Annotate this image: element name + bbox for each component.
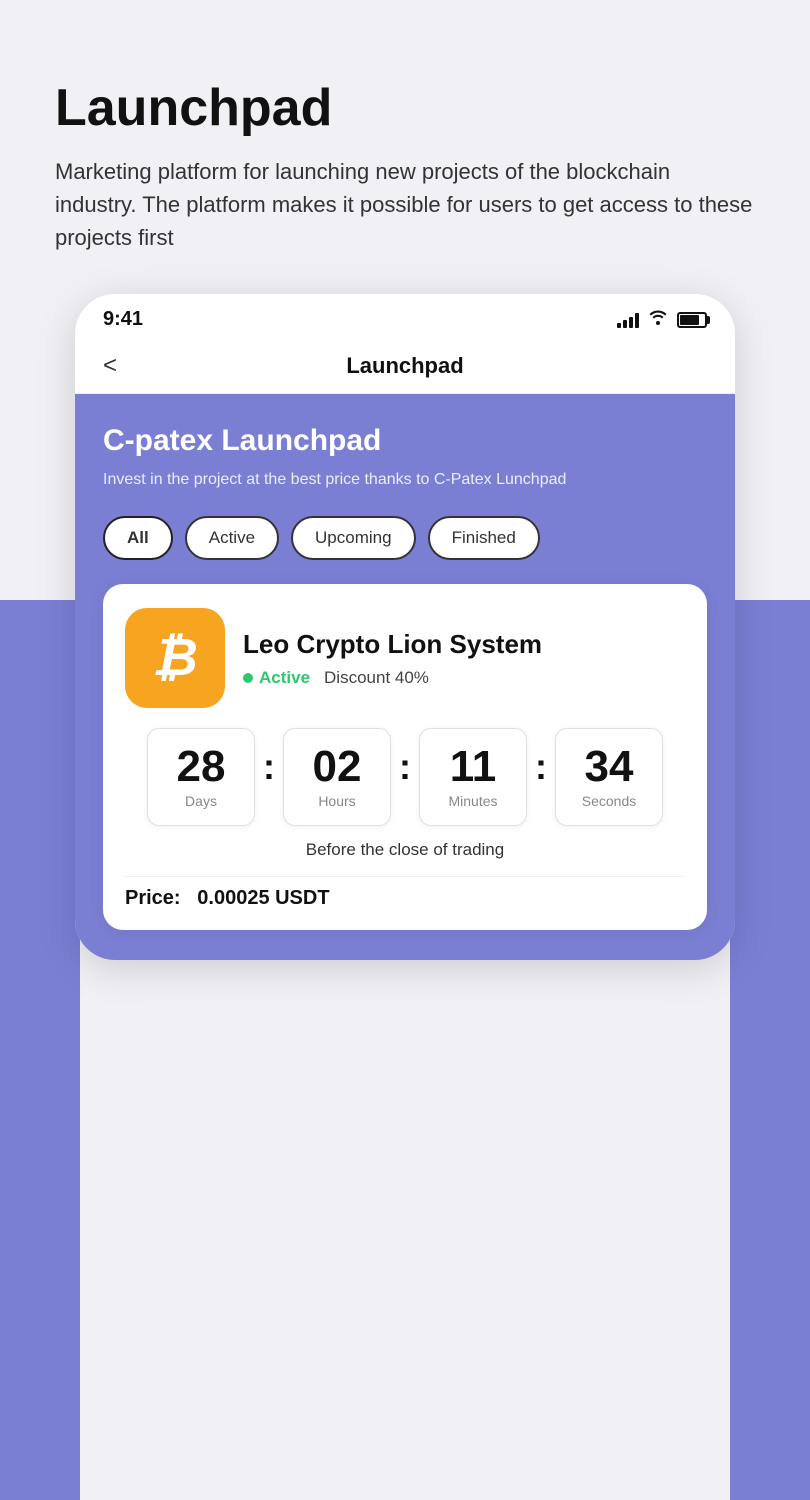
seconds-label: Seconds <box>582 793 636 809</box>
page-description: Marketing platform for launching new pro… <box>55 155 755 254</box>
filter-tab-finished[interactable]: Finished <box>428 516 540 560</box>
countdown-row: 28 Days : 02 Hours : 11 Minutes : 34 Sec… <box>125 728 685 826</box>
page-header: Launchpad Marketing platform for launchi… <box>0 0 810 294</box>
filter-tab-upcoming[interactable]: Upcoming <box>291 516 416 560</box>
minutes-value: 11 <box>450 745 497 789</box>
project-name: Leo Crypto Lion System <box>243 629 542 660</box>
price-value: 0.00025 USDT <box>197 887 329 909</box>
countdown-hours: 02 Hours <box>283 728 391 826</box>
separator-2: : <box>399 746 411 788</box>
project-card: ₿ Leo Crypto Lion System Active Discount… <box>103 584 707 930</box>
bg-purple-left <box>0 600 80 1500</box>
card-info: Leo Crypto Lion System Active Discount 4… <box>243 629 542 688</box>
price-row: Price: 0.00025 USDT <box>125 876 685 910</box>
countdown-minutes: 11 Minutes <box>419 728 527 826</box>
hours-value: 02 <box>313 745 362 789</box>
content-area: C-patex Launchpad Invest in the project … <box>75 394 735 960</box>
countdown-seconds: 34 Seconds <box>555 728 663 826</box>
seconds-value: 34 <box>585 745 634 789</box>
days-value: 28 <box>177 745 226 789</box>
section-title: C-patex Launchpad <box>103 424 707 458</box>
status-badge: Active <box>243 668 310 688</box>
phone-mockup: 9:41 < Launchpad C-patex Launchpad In <box>75 294 735 960</box>
section-subtitle: Invest in the project at the best price … <box>103 468 707 492</box>
status-label: Active <box>259 668 310 688</box>
status-time: 9:41 <box>103 308 143 331</box>
days-label: Days <box>185 793 217 809</box>
bg-purple-right <box>730 600 810 1500</box>
project-logo: ₿ <box>125 608 225 708</box>
price-label: Price: 0.00025 USDT <box>125 887 330 909</box>
separator-1: : <box>263 746 275 788</box>
page-title: Launchpad <box>55 80 755 137</box>
signal-icon <box>617 312 639 328</box>
card-status-row: Active Discount 40% <box>243 668 542 688</box>
card-header: ₿ Leo Crypto Lion System Active Discount… <box>125 608 685 708</box>
status-icons <box>617 309 707 330</box>
separator-3: : <box>535 746 547 788</box>
hours-label: Hours <box>318 793 355 809</box>
status-dot <box>243 673 253 683</box>
minutes-label: Minutes <box>448 793 497 809</box>
status-bar: 9:41 <box>75 294 735 341</box>
filter-tabs: All Active Upcoming Finished <box>103 516 707 560</box>
nav-title: Launchpad <box>346 353 463 379</box>
back-button[interactable]: < <box>103 352 117 380</box>
price-label-text: Price: <box>125 887 181 909</box>
countdown-days: 28 Days <box>147 728 255 826</box>
bitcoin-icon: ₿ <box>152 628 198 688</box>
battery-icon <box>677 312 707 328</box>
discount-badge: Discount 40% <box>324 668 429 688</box>
countdown-caption: Before the close of trading <box>125 840 685 860</box>
filter-tab-active[interactable]: Active <box>185 516 279 560</box>
nav-bar: < Launchpad <box>75 341 735 394</box>
wifi-icon <box>647 309 669 330</box>
filter-tab-all[interactable]: All <box>103 516 173 560</box>
